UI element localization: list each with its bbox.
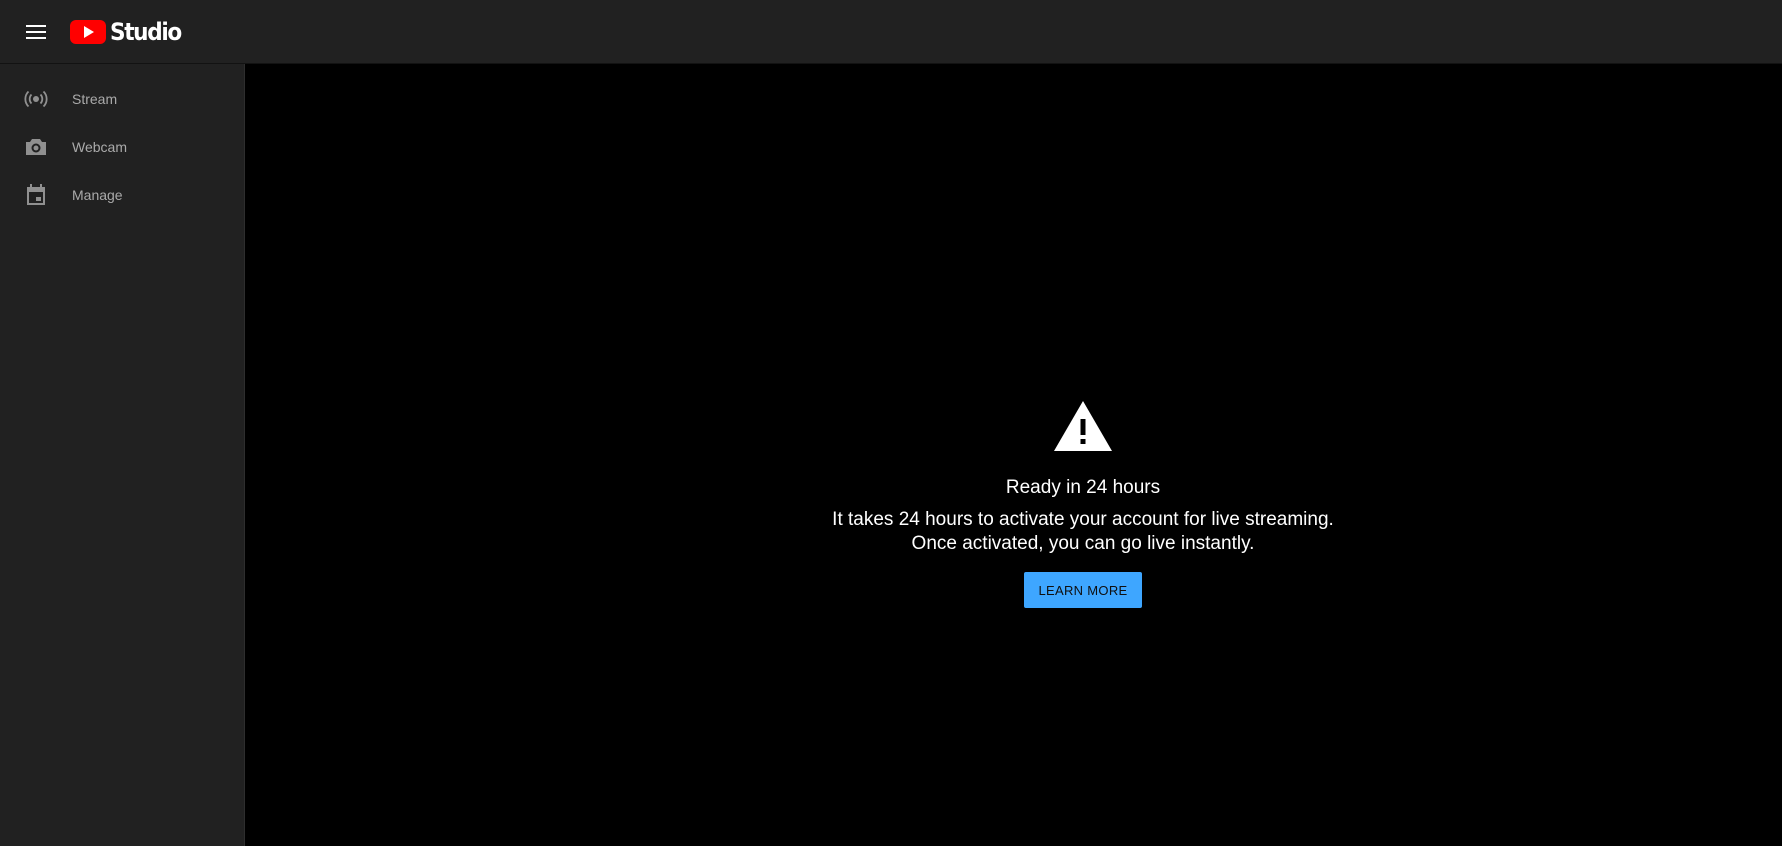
camera-icon xyxy=(23,134,49,160)
sidebar: Stream Webcam Manage xyxy=(0,64,245,846)
logo-text: Studio xyxy=(110,18,182,46)
top-bar: Studio xyxy=(0,0,1782,64)
notice-title: Ready in 24 hours xyxy=(1005,477,1161,498)
hamburger-menu-icon[interactable] xyxy=(20,20,52,44)
youtube-play-icon xyxy=(70,20,106,44)
warning-icon xyxy=(1054,401,1112,451)
sidebar-item-manage[interactable]: Manage xyxy=(0,171,244,219)
sidebar-item-webcam[interactable]: Webcam xyxy=(0,123,244,171)
learn-more-button[interactable]: LEARN MORE xyxy=(1024,572,1142,608)
studio-logo[interactable]: Studio xyxy=(70,18,189,46)
sidebar-item-label: Manage xyxy=(72,187,123,203)
sidebar-item-label: Stream xyxy=(72,91,118,107)
calendar-icon xyxy=(23,182,49,208)
sidebar-item-label: Webcam xyxy=(72,139,127,155)
main-content: Ready in 24 hours It takes 24 hours to a… xyxy=(245,64,1782,846)
broadcast-icon xyxy=(23,86,49,112)
notice-body: It takes 24 hours to activate your accou… xyxy=(832,509,1334,554)
sidebar-item-stream[interactable]: Stream xyxy=(0,75,244,123)
